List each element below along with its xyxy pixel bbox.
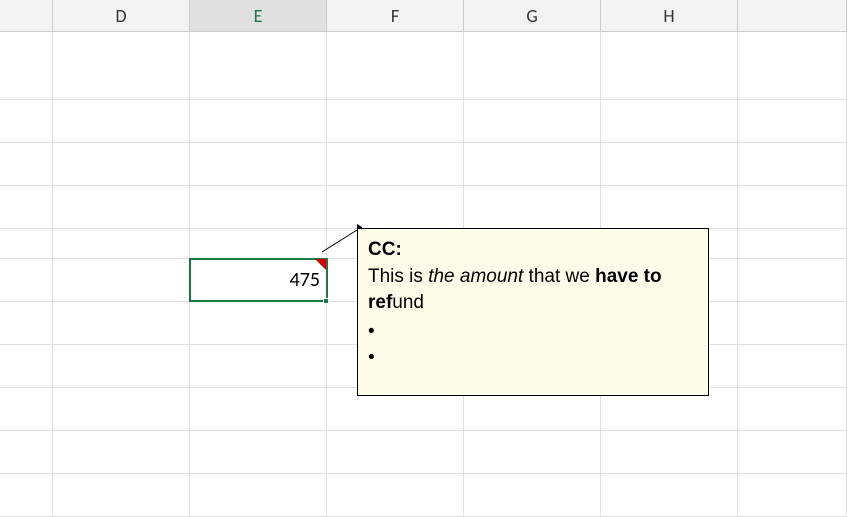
cell[interactable] xyxy=(190,431,327,473)
cell[interactable] xyxy=(464,431,601,473)
col-header-d[interactable]: D xyxy=(53,0,190,31)
cell[interactable] xyxy=(601,474,738,516)
cell[interactable] xyxy=(190,186,327,228)
cell[interactable] xyxy=(53,32,190,99)
grid-row xyxy=(0,143,847,186)
cell[interactable] xyxy=(190,345,327,387)
cell[interactable] xyxy=(738,100,847,142)
cell[interactable] xyxy=(738,32,847,99)
comment-text-part: und xyxy=(392,292,424,313)
cell[interactable] xyxy=(738,431,847,473)
cell[interactable] xyxy=(464,32,601,99)
cell[interactable] xyxy=(327,32,464,99)
cell[interactable] xyxy=(0,229,53,258)
cell[interactable] xyxy=(53,100,190,142)
grid-row xyxy=(0,32,847,100)
cell[interactable] xyxy=(327,431,464,473)
cell[interactable] xyxy=(464,143,601,185)
cell[interactable] xyxy=(53,345,190,387)
cell[interactable] xyxy=(190,32,327,99)
grid-row xyxy=(0,186,847,229)
cell[interactable] xyxy=(601,186,738,228)
col-header-rest[interactable] xyxy=(738,0,847,31)
comment-box[interactable]: CC: This is the amount that we have to r… xyxy=(357,228,709,396)
col-header-h[interactable]: H xyxy=(601,0,738,31)
cell-value: 475 xyxy=(290,268,320,292)
cell[interactable] xyxy=(0,431,53,473)
col-header-stub[interactable] xyxy=(0,0,53,31)
cell[interactable] xyxy=(738,259,847,301)
active-cell[interactable]: 475 xyxy=(190,259,327,301)
cell[interactable] xyxy=(464,100,601,142)
cell[interactable] xyxy=(53,186,190,228)
spreadsheet-grid: D E F G H xyxy=(0,0,847,513)
cell[interactable] xyxy=(0,143,53,185)
comment-text-italic: the amount xyxy=(428,266,523,287)
cell[interactable] xyxy=(464,474,601,516)
comment-text: CC: This is the amount that we have to r… xyxy=(368,237,698,317)
cell[interactable] xyxy=(327,143,464,185)
cell[interactable] xyxy=(190,474,327,516)
comment-author: CC: xyxy=(368,239,402,260)
cell[interactable] xyxy=(0,32,53,99)
col-header-e[interactable]: E xyxy=(190,0,327,31)
cell[interactable] xyxy=(190,388,327,430)
cell[interactable] xyxy=(738,186,847,228)
grid-row xyxy=(0,431,847,474)
cell[interactable] xyxy=(0,100,53,142)
cell[interactable] xyxy=(601,100,738,142)
cell[interactable] xyxy=(738,345,847,387)
cell[interactable] xyxy=(738,388,847,430)
cell[interactable] xyxy=(738,229,847,258)
col-header-g[interactable]: G xyxy=(464,0,601,31)
cell[interactable] xyxy=(190,302,327,344)
cell[interactable] xyxy=(327,474,464,516)
cell[interactable] xyxy=(190,143,327,185)
fill-handle[interactable] xyxy=(323,298,329,304)
cell[interactable] xyxy=(53,431,190,473)
bullet-icon: • xyxy=(368,319,698,346)
cell[interactable] xyxy=(53,474,190,516)
cell[interactable] xyxy=(738,302,847,344)
cell[interactable] xyxy=(601,431,738,473)
cell[interactable] xyxy=(190,100,327,142)
cell[interactable] xyxy=(738,143,847,185)
cell[interactable] xyxy=(738,474,847,516)
cell[interactable] xyxy=(190,229,327,258)
grid-row xyxy=(0,474,847,517)
grid-row xyxy=(0,100,847,143)
col-header-f[interactable]: F xyxy=(327,0,464,31)
cell[interactable] xyxy=(327,100,464,142)
cell[interactable] xyxy=(53,229,190,258)
bullet-icon: • xyxy=(368,345,698,372)
cell[interactable] xyxy=(53,302,190,344)
comment-bullets: • • xyxy=(368,319,698,372)
cell[interactable] xyxy=(53,143,190,185)
cell[interactable] xyxy=(0,345,53,387)
cell[interactable] xyxy=(0,302,53,344)
cell[interactable] xyxy=(0,388,53,430)
column-headers: D E F G H xyxy=(0,0,847,32)
cell[interactable] xyxy=(464,186,601,228)
comment-leader-line xyxy=(322,222,362,262)
cell[interactable] xyxy=(0,259,53,301)
cell[interactable] xyxy=(601,32,738,99)
cell[interactable] xyxy=(0,186,53,228)
cell[interactable] xyxy=(53,259,190,301)
cell[interactable] xyxy=(601,143,738,185)
comment-text-part: that we xyxy=(523,266,595,287)
comment-text-part: This is xyxy=(368,266,428,287)
cell[interactable] xyxy=(0,474,53,516)
cell[interactable] xyxy=(53,388,190,430)
